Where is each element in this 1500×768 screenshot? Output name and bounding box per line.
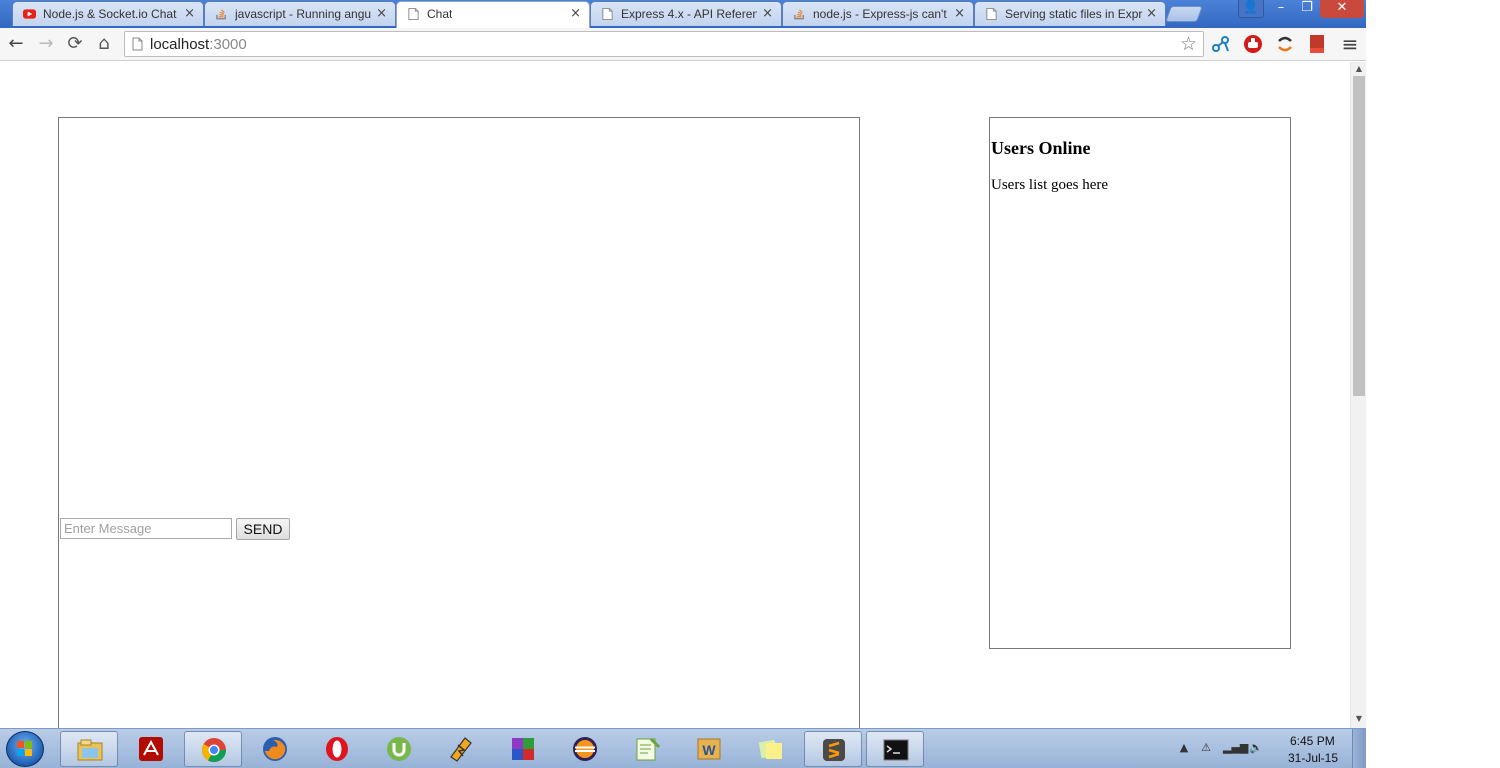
firefox-icon xyxy=(263,737,287,761)
cmd-icon xyxy=(883,739,909,761)
volume-icon[interactable]: 🔈 xyxy=(1249,741,1263,755)
taskbar-winamp[interactable] xyxy=(432,731,490,767)
windows-taskbar: W ▲ ⚠ ▂▄▆ 🔈 6:45 PM 31-Jul-15 xyxy=(0,728,1366,768)
desktop-screen: Node.js & Socket.io Chat × javascript - … xyxy=(0,0,1500,768)
users-online-heading: Users Online xyxy=(991,138,1091,158)
taskbar-sublime[interactable] xyxy=(804,731,862,767)
sublime-icon xyxy=(823,739,845,761)
power-warning-icon[interactable]: ⚠ xyxy=(1199,741,1213,755)
close-icon[interactable]: × xyxy=(570,6,581,21)
taskbar-utorrent[interactable] xyxy=(370,731,428,767)
adblock-icon[interactable] xyxy=(1242,33,1264,55)
close-icon[interactable]: × xyxy=(376,6,387,21)
tab-title: Chat xyxy=(427,7,453,21)
tab-chat[interactable]: Chat × xyxy=(396,1,590,28)
show-hidden-icons-icon[interactable]: ▲ xyxy=(1177,741,1191,755)
winrar-icon xyxy=(512,738,534,760)
tab-nodejs-express-cant[interactable]: node.js - Express-js can't × xyxy=(782,1,974,26)
word-icon: W xyxy=(697,738,721,760)
tab-title: Serving static files in Expr xyxy=(1005,7,1143,21)
eclipse-icon xyxy=(573,737,597,761)
home-icon[interactable]: ⌂ xyxy=(92,32,116,56)
forward-icon[interactable]: → xyxy=(34,32,58,56)
tab-title: Express 4.x - API Referenc xyxy=(621,7,757,21)
close-window-button[interactable]: ✕ xyxy=(1320,0,1364,18)
restore-button[interactable]: ❐ xyxy=(1294,0,1320,18)
send-button[interactable]: SEND xyxy=(236,518,290,540)
stackoverflow-icon xyxy=(216,9,226,20)
page-icon xyxy=(132,37,143,51)
youtube-icon xyxy=(23,9,36,19)
message-input[interactable] xyxy=(60,518,232,539)
explorer-icon xyxy=(77,739,103,761)
new-tab-button[interactable] xyxy=(1165,6,1203,22)
back-icon[interactable]: ← xyxy=(4,32,28,56)
tab-express-api-reference[interactable]: Express 4.x - API Referenc × xyxy=(590,1,782,26)
page-content: SEND Users Online Users list goes here xyxy=(0,62,1350,728)
chat-messages-panel xyxy=(58,117,860,728)
tab-javascript-running[interactable]: javascript - Running angu × xyxy=(204,1,396,26)
sticky-notes-icon xyxy=(758,739,782,759)
winamp-icon xyxy=(450,737,472,762)
tab-title: node.js - Express-js can't xyxy=(813,7,947,21)
sync-extension-icon[interactable] xyxy=(1274,33,1296,55)
url-port: :3000 xyxy=(209,36,247,53)
stackoverflow-icon xyxy=(794,9,804,20)
minimize-button[interactable]: – xyxy=(1268,0,1294,18)
bookmark-extension-icon[interactable] xyxy=(1306,33,1328,55)
taskbar-word[interactable]: W xyxy=(680,731,738,767)
taskbar-sticky-notes[interactable] xyxy=(742,731,800,767)
tab-title: Node.js & Socket.io Chat xyxy=(43,7,177,21)
url-text: localhost:3000 xyxy=(150,36,247,53)
page-icon xyxy=(986,7,997,21)
users-online-panel: Users Online Users list goes here xyxy=(989,117,1291,649)
taskbar-firefox[interactable] xyxy=(246,731,304,767)
scroll-down-arrow-icon[interactable]: ▼ xyxy=(1354,714,1364,723)
page-icon xyxy=(602,7,613,21)
close-icon[interactable]: × xyxy=(762,6,773,21)
tab-strip: Node.js & Socket.io Chat × javascript - … xyxy=(0,0,1366,28)
taskbar-acrobat[interactable] xyxy=(122,731,180,767)
start-button[interactable] xyxy=(6,731,44,767)
taskbar-explorer[interactable] xyxy=(60,731,118,767)
show-desktop-button[interactable] xyxy=(1352,729,1366,768)
network-signal-icon[interactable]: ▂▄▆ xyxy=(1223,741,1248,755)
close-icon[interactable]: × xyxy=(184,6,195,21)
taskbar-notepadpp[interactable] xyxy=(618,731,676,767)
close-icon[interactable]: × xyxy=(1146,6,1157,21)
opera-icon xyxy=(326,737,348,761)
acrobat-icon xyxy=(139,737,163,761)
clock-date[interactable]: 31-Jul-15 xyxy=(1288,751,1338,765)
utorrent-icon xyxy=(387,737,411,761)
close-icon[interactable]: × xyxy=(954,6,965,21)
address-bar[interactable]: localhost:3000 ☆ xyxy=(124,31,1204,57)
taskbar-winrar[interactable] xyxy=(494,731,552,767)
svg-text:W: W xyxy=(702,742,716,758)
taskbar-chrome[interactable] xyxy=(184,731,242,767)
tab-serving-static-files[interactable]: Serving static files in Expr × xyxy=(974,1,1166,26)
notepadpp-icon xyxy=(636,737,661,761)
tab-nodejs-socketio-chat[interactable]: Node.js & Socket.io Chat × xyxy=(12,1,204,26)
url-host: localhost xyxy=(150,36,210,53)
taskbar-opera[interactable] xyxy=(308,731,366,767)
browser-toolbar: ← → ⟳ ⌂ localhost:3000 ☆ ≡ xyxy=(0,28,1366,61)
users-list: Users list goes here xyxy=(991,177,1109,193)
page-scrollbar[interactable]: ▲ ▼ xyxy=(1350,62,1366,728)
taskbar-eclipse[interactable] xyxy=(556,731,614,767)
tab-title: javascript - Running angu xyxy=(235,7,372,21)
reload-icon[interactable]: ⟳ xyxy=(63,32,87,56)
bookmark-star-icon[interactable]: ☆ xyxy=(1180,33,1197,55)
chrome-icon xyxy=(201,738,226,763)
profile-icon[interactable]: 👤 xyxy=(1238,0,1264,18)
chrome-window: Node.js & Socket.io Chat × javascript - … xyxy=(0,0,1366,728)
page-icon xyxy=(408,7,419,21)
scroll-thumb[interactable] xyxy=(1353,76,1365,396)
clock-time[interactable]: 6:45 PM xyxy=(1290,734,1335,748)
taskbar-cmd[interactable] xyxy=(866,731,924,767)
menu-icon[interactable]: ≡ xyxy=(1338,32,1362,56)
windows-logo-icon xyxy=(17,741,32,756)
scroll-up-arrow-icon[interactable]: ▲ xyxy=(1354,64,1364,73)
network-extension-icon[interactable] xyxy=(1210,33,1232,55)
